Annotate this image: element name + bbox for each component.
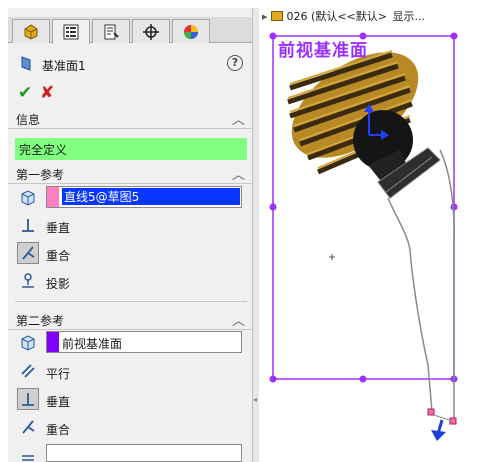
offset-distance-input[interactable] <box>46 444 242 462</box>
property-manager-panel: 基准面1 ? ✔ ✘ 信息 ︿ 完全定义 第一参考 ︿ 直线5@草图5 垂直 重… <box>8 8 253 462</box>
coincident-button[interactable] <box>17 242 39 264</box>
selection-color-swatch <box>47 332 59 352</box>
breadcrumb[interactable]: ▸ 026 (默认<<默认>_显示... <box>262 8 492 22</box>
perpendicular-button[interactable] <box>17 388 39 410</box>
collapse-chevron-icon[interactable]: ︿ <box>232 310 245 329</box>
tab-property-manager[interactable] <box>52 19 90 44</box>
cancel-button[interactable]: ✘ <box>40 83 54 103</box>
option-label: 投影 <box>46 277 71 291</box>
project-button[interactable] <box>17 270 39 292</box>
parallel-icon <box>21 364 35 378</box>
tab-feature-manager[interactable] <box>12 19 50 43</box>
option-label: 平行 <box>46 367 71 381</box>
perpendicular-icon <box>22 393 34 406</box>
manager-tabs <box>8 17 252 44</box>
crosshair-icon <box>143 23 159 40</box>
option-label: 垂直 <box>46 221 71 235</box>
status-badge: 完全定义 <box>15 138 247 160</box>
collapse-chevron-icon[interactable]: ︿ <box>232 164 245 183</box>
ok-button[interactable]: ✔ <box>18 83 32 103</box>
coincident-button[interactable] <box>17 416 39 438</box>
collapse-chevron-icon[interactable]: ︿ <box>232 109 245 128</box>
coincident-icon <box>22 420 35 434</box>
configuration-icon <box>104 24 119 39</box>
selection-color-swatch <box>47 187 59 207</box>
first-reference-selection[interactable]: 直线5@草图5 <box>46 186 242 208</box>
second-reference-header[interactable]: 第二参考 ︿ <box>8 310 252 330</box>
tab-dimxpert-manager[interactable] <box>132 19 170 43</box>
plane-name-label: 前视基准面 <box>278 41 368 61</box>
second-reference-label: 第二参考 <box>16 314 65 328</box>
tab-configuration-manager[interactable] <box>92 19 130 43</box>
expand-arrow-icon[interactable]: ▸ <box>262 10 271 22</box>
part-icon <box>271 11 284 21</box>
property-manager-titlebar: 基准面1 ? <box>8 52 252 75</box>
plane-feature-icon <box>18 55 34 75</box>
feature-tree-icon <box>24 23 38 40</box>
graphics-viewport[interactable] <box>259 8 494 462</box>
reference-entity-icon <box>17 187 39 209</box>
section-divider <box>15 301 247 302</box>
info-section-header[interactable]: 信息 ︿ <box>8 109 252 129</box>
appearance-ball-icon <box>184 24 198 39</box>
reference-entity-icon <box>17 332 39 354</box>
project-icon <box>22 273 34 288</box>
selection-text: 直线5@草图5 <box>62 188 240 205</box>
info-header-label: 信息 <box>16 113 41 127</box>
first-reference-label: 第一参考 <box>16 168 65 182</box>
property-list-icon <box>63 24 79 40</box>
tab-display-manager[interactable] <box>172 19 210 43</box>
perpendicular-icon <box>22 219 34 232</box>
breadcrumb-text: 026 (默认<<默认>_显示... <box>286 10 425 22</box>
option-label: 重合 <box>46 249 71 263</box>
option-label: 垂直 <box>46 395 71 409</box>
option-label: 重合 <box>46 423 71 437</box>
coincident-icon <box>22 246 35 260</box>
perpendicular-button[interactable] <box>17 214 39 236</box>
page-title: 基准面1 <box>42 59 86 73</box>
first-reference-header[interactable]: 第一参考 ︿ <box>8 164 252 184</box>
splitter-grip-icon[interactable]: ◂ <box>253 395 257 404</box>
window-frame: 基准面1 ? ✔ ✘ 信息 ︿ 完全定义 第一参考 ︿ 直线5@草图5 垂直 重… <box>0 0 494 462</box>
help-icon[interactable]: ? <box>227 55 243 71</box>
second-reference-selection[interactable]: 前视基准面 <box>46 331 242 353</box>
offset-distance-icon <box>17 444 39 462</box>
selection-text: 前视基准面 <box>62 337 123 351</box>
parallel-button[interactable] <box>17 360 39 382</box>
